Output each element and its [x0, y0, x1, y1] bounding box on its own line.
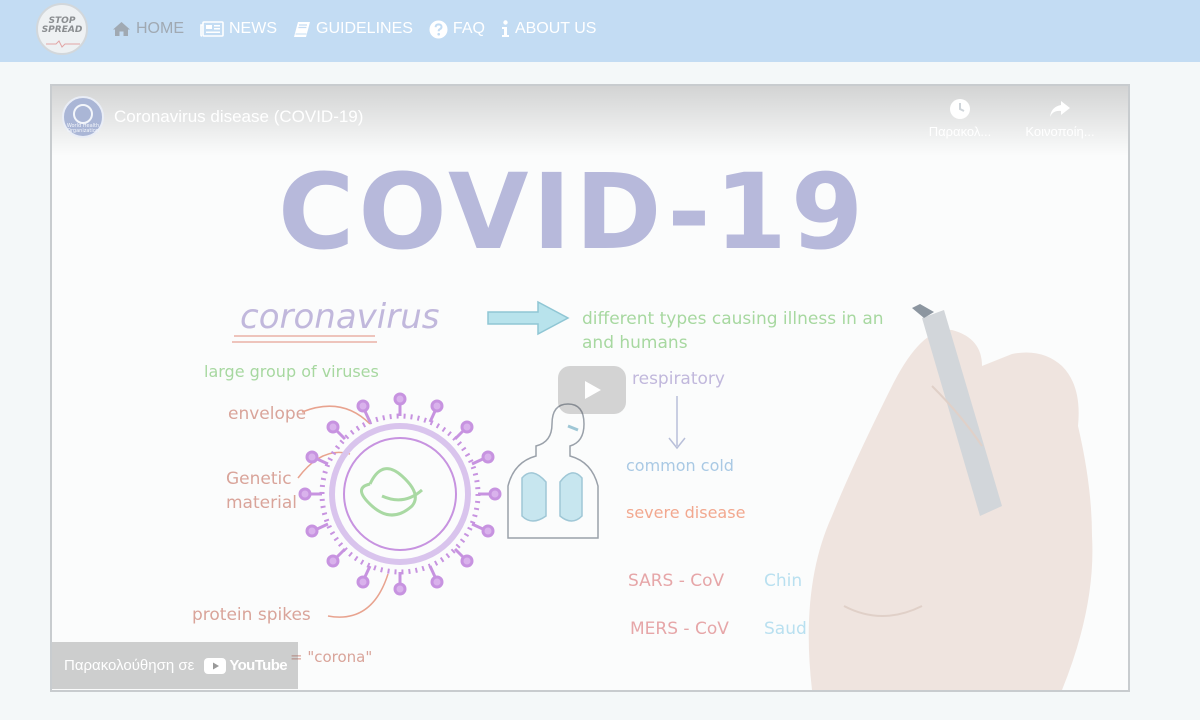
- home-icon: [113, 22, 130, 36]
- nav-home[interactable]: HOME: [112, 20, 184, 38]
- clock-icon: [950, 99, 970, 119]
- youtube-play-icon: [204, 657, 227, 674]
- protein-spikes-label: protein spikes: [192, 605, 311, 625]
- large-group-text: large group of viruses: [204, 362, 379, 381]
- channel-label: World Health Organization: [66, 123, 100, 134]
- envelope-label: envelope: [228, 404, 306, 424]
- info-icon: [501, 20, 509, 37]
- book-icon: [294, 21, 310, 37]
- nav-guidelines-label: GUIDELINES: [316, 20, 413, 37]
- main-nav: HOME NEWS GUIDELINES FAQ ABOUT US: [112, 18, 612, 40]
- stop-the-spread-logo[interactable]: STOP SPREAD: [36, 3, 88, 55]
- video-title[interactable]: Coronavirus disease (COVID-19): [114, 107, 363, 127]
- material-label: material: [226, 493, 297, 513]
- common-cold-label: common cold: [626, 456, 734, 475]
- nav-faq[interactable]: FAQ: [429, 20, 485, 39]
- play-icon: [585, 381, 601, 399]
- watch-later-label: Παρακολ...: [928, 124, 992, 139]
- nav-home-label: HOME: [136, 20, 184, 37]
- share-label: Κοινοποίη...: [1025, 124, 1095, 139]
- nav-about-us-label: ABOUT US: [514, 20, 597, 37]
- youtube-video-embed[interactable]: COVID-19 coronavirus different types cau…: [50, 84, 1130, 692]
- share-arrow-icon: [1050, 101, 1070, 117]
- severe-disease-label: severe disease: [626, 503, 745, 522]
- mers-label: MERS - CoV: [630, 619, 729, 639]
- who-globe-icon: [73, 104, 93, 124]
- share-button[interactable]: Κοινοποίη...: [1015, 98, 1105, 139]
- watch-later-button[interactable]: Παρακολ...: [915, 98, 1005, 139]
- respiratory-system-drawing: [507, 403, 599, 539]
- corona-label: = "corona": [290, 648, 372, 666]
- different-types-text: different types causing illness in an: [582, 309, 884, 329]
- sars-region: Chin: [764, 571, 802, 591]
- watch-on-youtube-button[interactable]: Παρακολούθηση σε YouTube: [52, 642, 298, 689]
- coronavirus-label: coronavirus: [240, 297, 439, 337]
- logo-text: STOP SPREAD: [41, 16, 83, 35]
- watch-on-label: Παρακολούθηση σε: [64, 657, 195, 674]
- youtube-word: YouTube: [229, 657, 288, 674]
- genetic-label: Genetic: [226, 469, 292, 489]
- mers-region: Saud: [764, 619, 807, 639]
- nav-guidelines[interactable]: GUIDELINES: [293, 20, 413, 38]
- heartbeat-icon: [46, 40, 80, 48]
- respiratory-label: respiratory: [632, 369, 725, 389]
- youtube-logo: YouTube: [204, 657, 288, 674]
- question-circle-icon: [429, 20, 448, 38]
- newspaper-icon: [200, 21, 224, 37]
- nav-about-us[interactable]: ABOUT US: [501, 20, 597, 38]
- and-humans-text: and humans: [582, 333, 688, 353]
- nav-news-label: NEWS: [229, 20, 277, 37]
- nav-news[interactable]: NEWS: [200, 20, 277, 38]
- hand-drawing: [808, 304, 1093, 690]
- thumbnail-heading: COVID-19: [278, 151, 867, 273]
- virus-drawing: [298, 392, 502, 596]
- sars-label: SARS - CoV: [628, 571, 725, 591]
- play-button[interactable]: [558, 366, 626, 414]
- nav-faq-label: FAQ: [452, 20, 485, 37]
- navbar: STOP SPREAD HOME NEWS GUIDELINES FAQ ABO…: [0, 0, 1200, 62]
- channel-avatar[interactable]: World Health Organization: [62, 96, 104, 138]
